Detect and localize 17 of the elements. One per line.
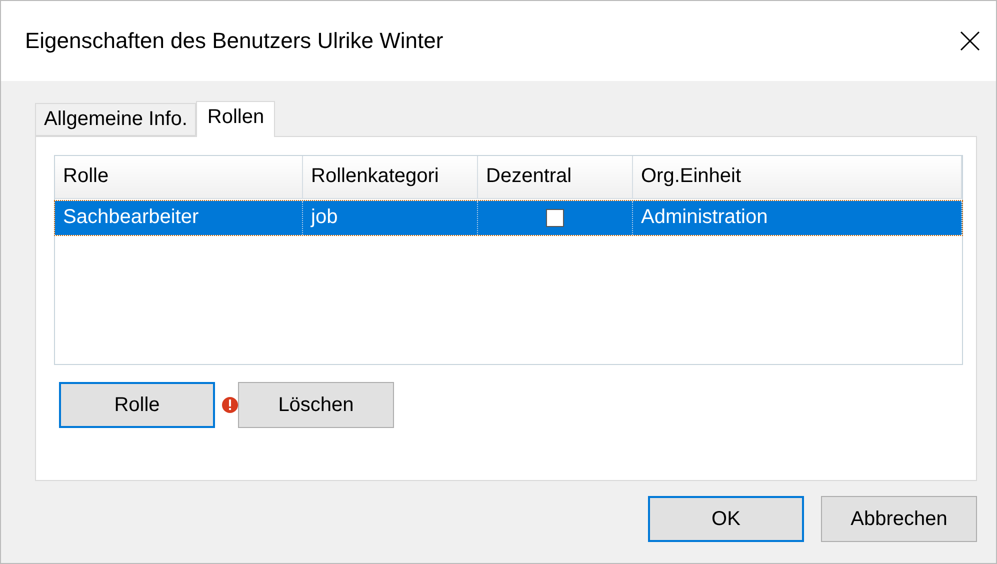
table-cell: Administration [633,201,962,235]
table-row[interactable]: Sachbearbeiter job Administration [55,201,962,235]
close-icon[interactable] [958,29,982,53]
column-header[interactable]: Rollenkategori [303,156,478,199]
window-title: Eigenschaften des Benutzers Ulrike Winter [25,28,444,54]
action-button[interactable]: Rolle [59,382,215,428]
column-header[interactable]: Org.Einheit [633,156,962,199]
column-header[interactable]: Dezentral [478,156,633,199]
dialog-button[interactable]: Abbrechen [821,496,977,542]
column-header[interactable]: Rolle [55,156,303,199]
tab[interactable]: Allgemeine Info. [35,103,196,136]
dialog-button[interactable]: OK [648,496,804,542]
checkbox[interactable] [546,209,564,227]
table-cell: Sachbearbeiter [55,201,303,235]
action-button[interactable]: Löschen [238,382,394,428]
tab[interactable]: Rollen [196,101,276,137]
table-cell: job [303,201,478,235]
